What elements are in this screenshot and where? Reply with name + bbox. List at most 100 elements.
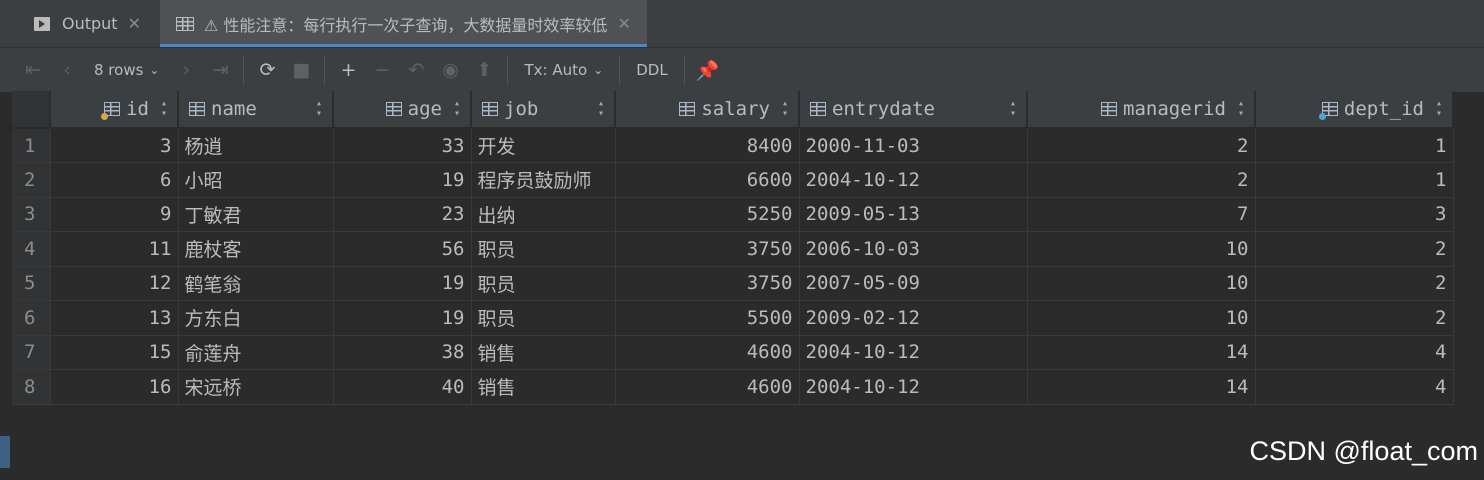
transaction-mode-dropdown[interactable]: Tx: Auto ⌄: [514, 54, 613, 86]
cell-age[interactable]: 56: [333, 231, 472, 267]
cell-name[interactable]: 鹤笔翁: [178, 266, 334, 301]
cell-job[interactable]: 职员: [471, 266, 616, 301]
cell-entrydate[interactable]: 2004-10-12: [799, 162, 1028, 198]
stop-icon[interactable]: ■: [284, 54, 318, 86]
cell-entrydate[interactable]: 2000-11-03: [799, 128, 1028, 163]
column-header-managerid[interactable]: managerid ▴ ▾: [1027, 91, 1256, 129]
cell-name[interactable]: 杨逍: [178, 128, 334, 163]
cell-age[interactable]: 19: [333, 162, 472, 198]
cell-salary[interactable]: 3750: [615, 231, 800, 267]
column-header-entrydate[interactable]: entrydate ▴ ▾: [799, 91, 1028, 129]
table-row[interactable]: 3 9 丁敏君 23 出纳 5250 2009-05-13 7 3: [12, 197, 1454, 232]
table-row[interactable]: 4 11 鹿杖客 56 职员 3750 2006-10-03 10 2: [12, 231, 1454, 267]
cell-managerid[interactable]: 2: [1027, 162, 1256, 198]
cell-entrydate[interactable]: 2009-05-13: [799, 197, 1028, 232]
delete-row-icon[interactable]: −: [365, 54, 399, 86]
cell-managerid[interactable]: 2: [1027, 128, 1256, 163]
cell-entrydate[interactable]: 2009-02-12: [799, 300, 1028, 336]
cell-id[interactable]: 15: [50, 335, 179, 370]
cell-salary[interactable]: 4600: [615, 369, 800, 405]
cell-dept-id[interactable]: 2: [1255, 300, 1454, 336]
cell-salary[interactable]: 5250: [615, 197, 800, 232]
revert-icon[interactable]: ↶: [399, 54, 433, 86]
close-icon[interactable]: ✕: [617, 14, 630, 33]
cell-salary[interactable]: 6600: [615, 162, 800, 198]
cell-job[interactable]: 职员: [471, 300, 616, 336]
cell-managerid[interactable]: 10: [1027, 300, 1256, 336]
sort-icon[interactable]: ▴ ▾: [782, 99, 788, 119]
sort-icon[interactable]: ▴ ▾: [1010, 99, 1016, 119]
column-header-job[interactable]: job ▴ ▾: [471, 91, 616, 129]
column-header-id[interactable]: id ▴ ▾: [50, 91, 179, 129]
row-number[interactable]: 2: [12, 162, 51, 198]
column-header-name[interactable]: name ▴ ▾: [178, 91, 334, 129]
pin-icon[interactable]: 📌: [691, 54, 725, 86]
cell-dept-id[interactable]: 1: [1255, 162, 1454, 198]
cell-id[interactable]: 12: [50, 266, 179, 301]
cell-job[interactable]: 销售: [471, 335, 616, 370]
row-number[interactable]: 7: [12, 335, 51, 370]
table-row[interactable]: 7 15 俞莲舟 38 销售 4600 2004-10-12 14 4: [12, 335, 1454, 370]
cell-salary[interactable]: 5500: [615, 300, 800, 336]
cell-name[interactable]: 丁敏君: [178, 197, 334, 232]
cell-job[interactable]: 出纳: [471, 197, 616, 232]
table-row[interactable]: 1 3 杨逍 33 开发 8400 2000-11-03 2 1: [12, 128, 1454, 163]
cell-entrydate[interactable]: 2004-10-12: [799, 335, 1028, 370]
preview-changes-icon[interactable]: ◉: [433, 54, 467, 86]
cell-name[interactable]: 鹿杖客: [178, 231, 334, 267]
sort-icon[interactable]: ▴ ▾: [454, 99, 460, 119]
cell-job[interactable]: 开发: [471, 128, 616, 163]
cell-entrydate[interactable]: 2004-10-12: [799, 369, 1028, 405]
row-number[interactable]: 8: [12, 369, 51, 405]
close-icon[interactable]: ✕: [128, 14, 141, 33]
cell-salary[interactable]: 4600: [615, 335, 800, 370]
row-number[interactable]: 4: [12, 231, 51, 267]
cell-managerid[interactable]: 7: [1027, 197, 1256, 232]
cell-age[interactable]: 33: [333, 128, 472, 163]
cell-job[interactable]: 程序员鼓励师: [471, 162, 616, 198]
ddl-button[interactable]: DDL: [626, 54, 677, 86]
cell-id[interactable]: 9: [50, 197, 179, 232]
cell-age[interactable]: 23: [333, 197, 472, 232]
cell-entrydate[interactable]: 2007-05-09: [799, 266, 1028, 301]
table-row[interactable]: 6 13 方东白 19 职员 5500 2009-02-12 10 2: [12, 300, 1454, 336]
cell-id[interactable]: 16: [50, 369, 179, 405]
tab-result[interactable]: ⚠ 性能注意：每行执行一次子查询，大数据量时效率较低 ✕: [160, 0, 647, 47]
row-number[interactable]: 1: [12, 128, 51, 163]
cell-age[interactable]: 38: [333, 335, 472, 370]
cell-name[interactable]: 俞莲舟: [178, 335, 334, 370]
submit-icon[interactable]: ⬆: [467, 54, 501, 86]
cell-age[interactable]: 19: [333, 266, 472, 301]
sort-icon[interactable]: ▴ ▾: [598, 99, 604, 119]
cell-salary[interactable]: 8400: [615, 128, 800, 163]
add-row-icon[interactable]: +: [331, 54, 365, 86]
next-page-icon[interactable]: ›: [169, 54, 203, 86]
row-number[interactable]: 3: [12, 197, 51, 232]
rows-count-dropdown[interactable]: 8 rows ⌄: [84, 54, 169, 86]
column-header-age[interactable]: age ▴ ▾: [333, 91, 472, 129]
table-row[interactable]: 2 6 小昭 19 程序员鼓励师 6600 2004-10-12 2 1: [12, 162, 1454, 198]
cell-managerid[interactable]: 10: [1027, 266, 1256, 301]
cell-dept-id[interactable]: 3: [1255, 197, 1454, 232]
cell-managerid[interactable]: 14: [1027, 335, 1256, 370]
cell-job[interactable]: 销售: [471, 369, 616, 405]
sort-icon[interactable]: ▴ ▾: [1436, 99, 1442, 119]
cell-id[interactable]: 3: [50, 128, 179, 163]
reload-icon[interactable]: ⟳: [250, 54, 284, 86]
last-page-icon[interactable]: ⇥: [203, 54, 237, 86]
cell-managerid[interactable]: 10: [1027, 231, 1256, 267]
cell-name[interactable]: 小昭: [178, 162, 334, 198]
column-header-salary[interactable]: salary ▴ ▾: [615, 91, 800, 129]
cell-entrydate[interactable]: 2006-10-03: [799, 231, 1028, 267]
first-page-icon[interactable]: ⇤: [16, 54, 50, 86]
sort-icon[interactable]: ▴ ▾: [1238, 99, 1244, 119]
cell-id[interactable]: 13: [50, 300, 179, 336]
cell-job[interactable]: 职员: [471, 231, 616, 267]
cell-dept-id[interactable]: 2: [1255, 266, 1454, 301]
sort-icon[interactable]: ▴ ▾: [316, 99, 322, 119]
cell-id[interactable]: 6: [50, 162, 179, 198]
row-number[interactable]: 5: [12, 266, 51, 301]
cell-id[interactable]: 11: [50, 231, 179, 267]
table-row[interactable]: 5 12 鹤笔翁 19 职员 3750 2007-05-09 10 2: [12, 266, 1454, 301]
tab-output[interactable]: Output ✕: [34, 0, 141, 47]
